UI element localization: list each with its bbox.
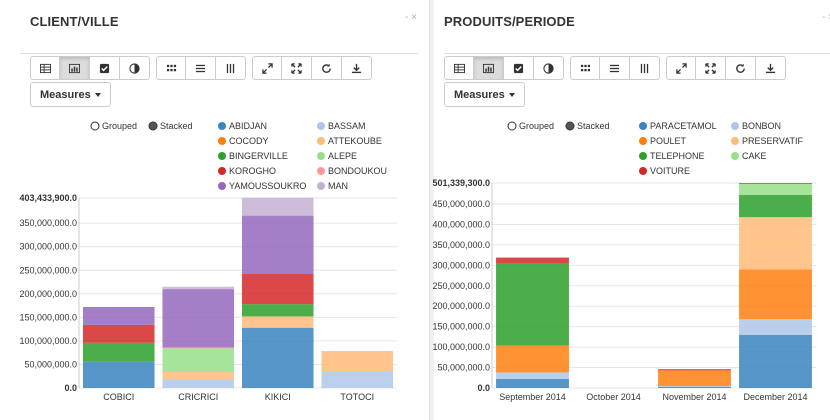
legend-item[interactable]: PARACETAMOL [639,121,717,131]
legend-label: CAKE [742,151,767,161]
legend-item[interactable]: TELEPHONE [639,151,705,161]
bar-segment[interactable] [496,379,569,388]
legend-swatch [731,122,739,130]
y-tick-label: 200,000,000.0 [432,301,490,311]
legend-swatch [639,152,647,160]
legend-swatch [639,122,647,130]
bar-segment[interactable] [739,194,812,218]
legend-label: POULET [650,136,687,146]
bar-segment[interactable] [739,319,812,335]
legend-label: VOITURE [650,166,690,176]
bar-segment[interactable] [496,345,569,373]
legend-label: PARACETAMOL [650,121,717,131]
legend-item[interactable]: CAKE [731,151,767,161]
y-tick-label: 0.0 [477,383,490,393]
bar-segment[interactable] [496,372,569,380]
bar-segment[interactable] [739,217,812,270]
legend-radio [565,121,575,131]
bar-chart-produits-periode: Grouped Stacked PARACETAMOL BONBON POULET PRE… [432,121,816,402]
x-tick-label: December 2014 [743,392,807,402]
legend-swatch [731,137,739,145]
legend-label: BONBON [742,121,781,131]
bar-segment[interactable] [658,385,731,387]
y-tick-label: 250,000,000.0 [432,281,490,291]
y-tick-label: 350,000,000.0 [432,240,490,250]
legend-mode-label: Stacked [577,121,610,131]
legend-swatch [639,137,647,145]
legend-radio [507,121,517,131]
y-tick-label: 450,000,000.0 [432,199,490,209]
bar-segment[interactable] [739,183,812,195]
x-tick-label: September 2014 [499,392,566,402]
x-tick-label: November 2014 [662,392,726,402]
bar-segment[interactable] [658,386,731,388]
legend-swatch [731,152,739,160]
bar-segment[interactable] [739,183,812,184]
legend-swatch [639,167,647,175]
y-tick-label: 100,000,000.0 [432,342,490,352]
legend-item[interactable]: PRESERVATIF [731,136,804,146]
legend-item[interactable]: BONBON [731,121,781,131]
y-tick-label: 50,000,000.0 [437,363,490,373]
legend-item[interactable]: POULET [639,136,687,146]
bar-segment[interactable] [658,370,731,386]
legend-mode-grouped[interactable]: Grouped [507,121,554,131]
y-tick-label: 300,000,000.0 [432,260,490,270]
legend-item[interactable]: VOITURE [639,166,690,176]
legend-label: PRESERVATIF [742,136,804,146]
bar-segment[interactable] [496,263,569,346]
bar-segment[interactable] [658,369,731,371]
bar-segment[interactable] [739,334,812,388]
legend-label: TELEPHONE [650,151,705,161]
bar-segment[interactable] [496,257,569,264]
bar-segment[interactable] [739,269,812,320]
y-tick-label: 150,000,000.0 [432,322,490,332]
legend-mode-stacked[interactable]: Stacked [565,121,610,131]
y-tick-label: 400,000,000.0 [432,219,490,229]
x-tick-label: October 2014 [586,392,641,402]
legend-mode-label: Grouped [519,121,554,131]
y-tick-label: 501,339,300.0 [432,178,490,188]
